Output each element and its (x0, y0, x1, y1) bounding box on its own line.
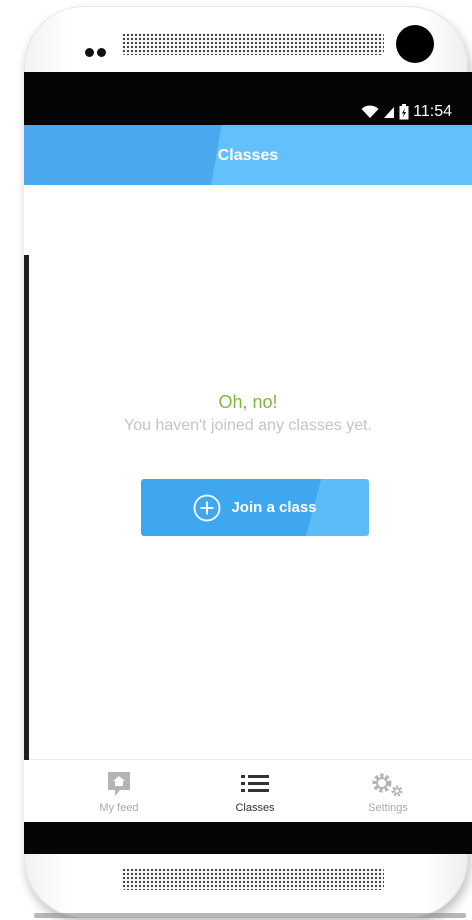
top-speaker-grille (122, 33, 384, 55)
wifi-icon (361, 105, 379, 118)
join-class-button[interactable]: Join a class (141, 479, 369, 536)
bezel-edge (24, 255, 29, 760)
status-time: 11:54 (413, 103, 452, 120)
app-bar: Classes (24, 125, 472, 185)
front-sensors (85, 44, 109, 62)
tab-my-feed[interactable]: My feed (54, 760, 184, 822)
phone-shadow (34, 913, 466, 918)
tab-settings[interactable]: Settings (323, 760, 453, 822)
tab-label-settings: Settings (368, 802, 408, 814)
bottom-speaker-grille (122, 868, 384, 890)
page-title: Classes (217, 147, 279, 164)
tab-label-my-feed: My feed (99, 802, 139, 814)
battery-icon (399, 104, 409, 120)
bottom-tab-bar: My feed Classes Settings (24, 759, 472, 822)
plus-circle-icon (194, 494, 221, 521)
signal-icon (384, 107, 395, 118)
gears-icon (372, 773, 403, 797)
app-screen: Classes Oh, no! You haven't joined any c… (24, 125, 472, 822)
empty-state-message: You haven't joined any classes yet. (124, 417, 372, 434)
join-class-label: Join a class (231, 499, 317, 516)
status-bar: 11:54 (24, 100, 472, 125)
home-chat-icon (108, 772, 130, 796)
front-camera (396, 25, 434, 63)
empty-state-title: Oh, no! (218, 392, 278, 412)
tab-label-classes: Classes (235, 802, 275, 814)
tab-classes[interactable]: Classes (190, 760, 320, 822)
list-icon (241, 775, 269, 792)
